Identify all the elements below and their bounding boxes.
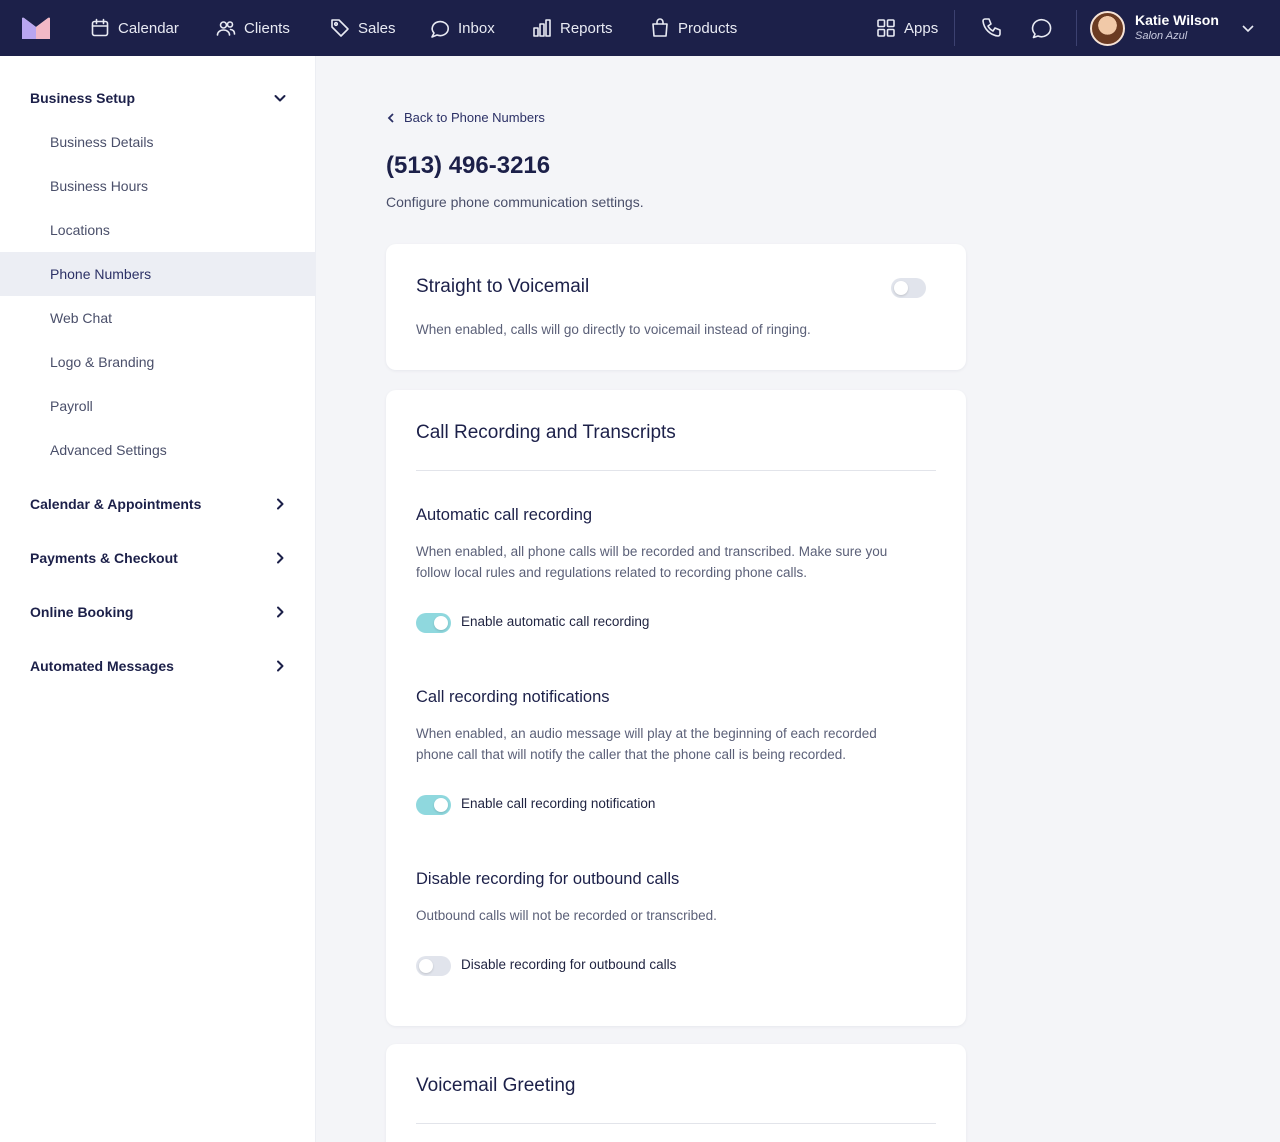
card-title: Straight to Voicemail [416,276,590,297]
disable-outbound-recording-label[interactable]: Disable recording for outbound calls [461,957,676,972]
page-title: (513) 496-3216 [386,152,551,179]
sidebar-item-label: Phone Numbers [50,266,152,282]
sidebar-item-business-details[interactable]: Business Details [0,120,316,164]
sidebar-item-phone-numbers[interactable]: Phone Numbers [0,252,316,296]
sidebar-section-online-booking[interactable]: Online Booking [0,590,316,634]
message-circle-icon [1031,18,1052,39]
sidebar-section-label: Calendar & Appointments [30,496,202,512]
avatar [1090,10,1125,46]
straight-to-voicemail-card: Straight to Voicemail When enabled, call… [386,244,966,370]
chevron-down-icon [272,90,288,106]
sidebar-item-label: Web Chat [50,310,112,326]
nav-apps[interactable]: Apps [876,0,938,56]
bar-chart-icon [533,19,551,37]
voicemail-greeting-card: Voicemail Greeting [386,1044,966,1142]
sidebar-item-payroll[interactable]: Payroll [0,384,316,428]
nav-sales-label: Sales [358,19,396,37]
card-title: Voicemail Greeting [416,1075,576,1096]
nav-calendar[interactable]: Calendar [90,0,179,56]
sidebar-item-logo-branding[interactable]: Logo & Branding [0,340,316,384]
automatic-call-recording-toggle[interactable] [416,613,451,633]
sidebar-item-label: Business Hours [50,178,149,194]
nav-calendar-label: Calendar [118,19,179,37]
nav-inbox-label: Inbox [458,19,495,37]
call-recording-notifications-description: When enabled, an audio message will play… [416,726,877,762]
sidebar-section-label: Online Booking [30,604,134,620]
sidebar-item-label: Locations [50,222,110,238]
card-description: When enabled, calls will go directly to … [416,322,811,337]
toggle-knob [434,616,448,630]
card-divider [416,470,936,471]
nav-sales[interactable]: Sales [330,0,396,56]
chevron-right-icon [272,658,288,674]
users-icon [216,21,236,36]
nav-products-label: Products [678,19,738,37]
nav-divider [954,10,955,46]
user-menu[interactable]: Katie Wilson Salon Azul [1090,10,1219,46]
sidebar-item-label: Business Details [50,134,154,150]
app-logo-icon[interactable] [22,17,50,39]
back-link-label: Back to Phone Numbers [404,110,545,125]
chevron-left-icon [387,112,394,123]
automatic-call-recording-description: When enabled, all phone calls will be re… [416,544,888,580]
user-name: Katie Wilson [1135,12,1219,28]
chevron-right-icon [272,550,288,566]
automatic-call-recording-label[interactable]: Enable automatic call recording [461,614,649,629]
nav-reports-label: Reports [560,19,613,37]
sidebar-item-locations[interactable]: Locations [0,208,316,252]
sidebar-section-label: Business Setup [30,90,136,106]
nav-clients-label: Clients [244,19,290,37]
nav-products[interactable]: Products [650,0,737,56]
sidebar-item-business-hours[interactable]: Business Hours [0,164,316,208]
settings-sidebar: Business Setup Business Details Business… [0,56,316,1142]
disable-outbound-recording-description: Outbound calls will not be recorded or t… [416,908,717,923]
toggle-knob [894,281,908,295]
sidebar-item-label: Advanced Settings [50,442,167,458]
sidebar-item-label: Logo & Branding [50,354,155,370]
nav-inbox[interactable]: Inbox [430,0,495,56]
sidebar-item-advanced-settings[interactable]: Advanced Settings [0,428,316,472]
top-navigation-bar: Calendar Clients Sales Inbox Reports Pro… [0,0,1280,56]
back-to-phone-numbers-link[interactable]: Back to Phone Numbers [386,110,545,125]
sidebar-section-automated-messages[interactable]: Automated Messages [0,644,316,688]
sidebar-section-label: Payments & Checkout [30,550,178,566]
user-menu-chevron[interactable] [1240,20,1256,36]
toggle-knob [434,798,448,812]
nav-apps-label: Apps [904,19,939,37]
card-divider [416,1123,936,1124]
call-recording-card: Call Recording and Transcripts Automatic… [386,390,966,1026]
call-recording-notification-toggle[interactable] [416,795,451,815]
call-recording-notification-label[interactable]: Enable call recording notification [461,796,655,811]
sidebar-section-payments-checkout[interactable]: Payments & Checkout [0,536,316,580]
messages-button[interactable] [1028,14,1056,42]
page-subtitle: Configure phone communication settings. [386,194,644,210]
chat-bubble-icon [431,20,449,38]
tag-icon [331,19,349,37]
disable-outbound-recording-toggle[interactable] [416,956,451,976]
phone-icon [982,18,1001,37]
sidebar-item-web-chat[interactable]: Web Chat [0,296,316,340]
chevron-right-icon [272,496,288,512]
shopping-bag-icon [652,18,668,37]
nav-reports[interactable]: Reports [532,0,613,56]
automatic-call-recording-title: Automatic call recording [416,506,593,524]
sidebar-section-calendar-appointments[interactable]: Calendar & Appointments [0,482,316,526]
chevron-right-icon [272,604,288,620]
card-title: Call Recording and Transcripts [416,422,676,443]
sidebar-item-label: Payroll [50,398,93,414]
sidebar-section-business-setup[interactable]: Business Setup [0,76,316,120]
nav-clients[interactable]: Clients [216,0,290,56]
nav-divider [1076,10,1077,46]
calendar-icon [91,18,109,37]
disable-outbound-recording-title: Disable recording for outbound calls [416,870,680,888]
sidebar-section-label: Automated Messages [30,658,174,674]
toggle-knob [419,959,433,973]
grid-icon [877,19,895,37]
chevron-down-icon [1242,25,1254,33]
call-recording-notifications-title: Call recording notifications [416,688,610,706]
straight-to-voicemail-toggle[interactable] [891,278,926,298]
user-business: Salon Azul [1135,30,1188,42]
phone-button[interactable] [977,14,1005,42]
